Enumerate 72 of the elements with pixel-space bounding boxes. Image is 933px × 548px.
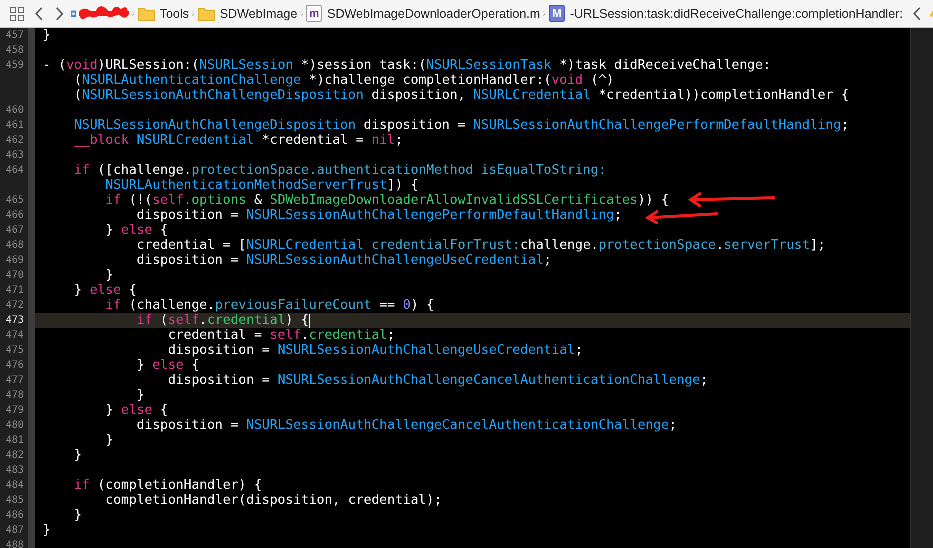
line-number: 488 [4, 539, 25, 548]
line-number: 469 [4, 254, 25, 268]
text-cursor [309, 314, 310, 328]
code-line: __block NSURLCredential *credential = nil; [73, 133, 404, 148]
line-number: 478 [4, 389, 25, 403]
line-number: 465 [4, 194, 25, 208]
line-number: 471 [4, 284, 25, 298]
code-line: if (!(self.options & SDWebImageDownloaderAllowInvalidSSLCertificates)) { [104, 193, 670, 208]
code-line: } else { [104, 403, 168, 418]
line-number: 479 [4, 404, 25, 418]
code-line: if (completionHandler) { [73, 478, 262, 493]
code-line: credential = [NSURLCredential credentialForTrust:challenge.protectionSpace.serverTrust]; [136, 238, 826, 253]
line-number: 487 [4, 524, 25, 538]
code-line: } [73, 508, 82, 523]
code-line: if (self.credential) { [136, 313, 310, 328]
code-line: NSURLAuthenticationMethodServerTrust]) { [104, 178, 419, 193]
line-number: 475 [4, 344, 25, 358]
line-number: 460 [4, 104, 25, 118]
line-number: 468 [4, 239, 25, 253]
line-number: 484 [4, 479, 25, 493]
code-line: completionHandler(disposition, credential); [104, 493, 442, 508]
code-line: (NSURLSessionAuthChallengeDisposition disposition, NSURLCredential *credential))completionHandler { [73, 88, 850, 103]
line-number: 483 [4, 464, 25, 478]
folder-icon [138, 6, 155, 20]
line-number: 477 [4, 374, 25, 388]
line-number: 462 [4, 134, 25, 148]
code-line: NSURLSessionAuthChallengeDisposition disposition = NSURLSessionAuthChallengePerformDefaultHandling; [73, 118, 850, 133]
code-line: disposition = NSURLSessionAuthChallengeUseCredential; [136, 253, 552, 268]
line-number: 467 [4, 224, 25, 238]
line-number: 461 [4, 119, 25, 133]
code-line: } else { [104, 223, 168, 238]
code-line: } [136, 388, 145, 403]
line-number: 481 [4, 434, 25, 448]
folder-icon [198, 6, 215, 20]
code-line: - (void)URLSession:(NSURLSession *)session task:(NSURLSessionTask *)task didReceiveChallenge: [43, 58, 771, 73]
code-line: } else { [73, 283, 137, 298]
line-number: 482 [4, 449, 25, 463]
line-number: 463 [4, 149, 25, 163]
method-icon: M [549, 5, 566, 22]
line-number: 474 [4, 329, 25, 343]
objc-file-icon: m [306, 5, 322, 22]
code-line: if ([challenge.protectionSpace.authenticationMethod isEqualToString: [73, 163, 607, 178]
line-number: 459 [4, 59, 25, 73]
line-number: 466 [4, 209, 25, 223]
code-line: credential = self.credential; [167, 328, 396, 343]
code-line: } else { [136, 358, 200, 373]
breadcrumb-item[interactable]: Tools [138, 6, 190, 20]
line-number: 472 [4, 299, 25, 313]
line-number: 485 [4, 494, 25, 508]
code-line: } [43, 523, 51, 538]
line-number: 457 [4, 29, 25, 43]
breadcrumb-item[interactable]: SDWebImage [198, 6, 298, 20]
line-number: 480 [4, 419, 25, 433]
redaction-scribble [79, 4, 130, 22]
code-line: disposition = NSURLSessionAuthChallengeCancelAuthenticationChallenge; [167, 373, 708, 388]
code-line: disposition = NSURLSessionAuthChallengeCancelAuthenticationChallenge; [136, 418, 677, 433]
code-line: disposition = NSURLSessionAuthChallengePerformDefaultHandling; [136, 208, 622, 223]
line-number: 470 [4, 269, 25, 283]
breadcrumb-item[interactable]: m SDWebImageDownloaderOperation.m [306, 5, 540, 22]
line-number: 458 [4, 44, 25, 58]
code-line: (NSURLAuthenticationChallenge *)challenge completionHandler:(void (^) [73, 73, 614, 88]
line-number: 464 [4, 164, 25, 178]
code-line: } [104, 433, 114, 448]
breadcrumb-item[interactable]: M -URLSession:task:didReceiveChallenge:completionHandler: [549, 5, 904, 22]
code-line: } [104, 268, 114, 283]
line-number: 486 [4, 509, 25, 523]
line-number: 473 [4, 314, 25, 328]
code-line: if (challenge.previousFailureCount == 0) { [104, 298, 434, 313]
code-line: } [73, 448, 82, 463]
code-line: } [43, 28, 51, 43]
line-number: 476 [4, 359, 25, 373]
code-line: disposition = NSURLSessionAuthChallengeUseCredential; [167, 343, 584, 358]
